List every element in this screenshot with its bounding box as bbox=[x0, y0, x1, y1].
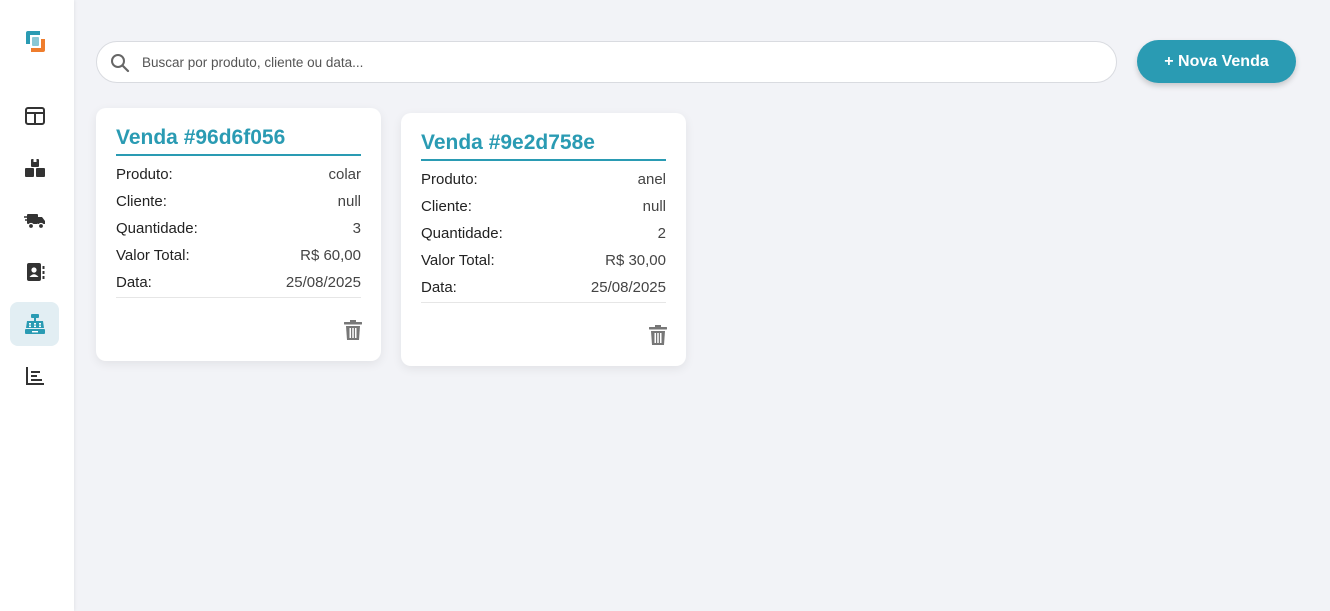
nav-dashboard[interactable] bbox=[10, 94, 59, 138]
nav-products[interactable] bbox=[10, 146, 59, 190]
field-row-produto: Produto: anel bbox=[421, 170, 666, 197]
field-row-quantidade: Quantidade: 2 bbox=[421, 224, 666, 251]
delivery-truck-icon bbox=[23, 214, 45, 230]
nav-deliveries[interactable] bbox=[10, 198, 59, 242]
field-row-data: Data: 25/08/2025 bbox=[421, 278, 666, 305]
dashboard-icon bbox=[24, 107, 45, 125]
field-value: 25/08/2025 bbox=[285, 274, 361, 291]
search-icon bbox=[111, 54, 130, 73]
sale-card: Venda #9e2d758e Produto: anel Cliente: n… bbox=[401, 113, 686, 366]
trash-icon[interactable] bbox=[343, 319, 363, 341]
field-value: 3 bbox=[352, 220, 361, 237]
field-row-valor-total: Valor Total: R$ 60,00 bbox=[116, 246, 361, 273]
field-label: Quantidade: bbox=[421, 225, 503, 242]
bar-chart-icon bbox=[25, 367, 44, 385]
app-logo-icon[interactable] bbox=[23, 29, 48, 54]
field-value: colar bbox=[328, 166, 361, 183]
search-input[interactable] bbox=[142, 42, 1092, 82]
sale-title: Venda #9e2d758e bbox=[421, 131, 666, 161]
field-value: R$ 60,00 bbox=[300, 247, 361, 264]
field-label: Cliente: bbox=[116, 193, 167, 210]
field-value: null bbox=[642, 198, 666, 215]
field-row-quantidade: Quantidade: 3 bbox=[116, 219, 361, 246]
field-value: anel bbox=[637, 171, 666, 188]
search-bar bbox=[96, 41, 1117, 83]
field-label: Cliente: bbox=[421, 198, 472, 215]
sidebar bbox=[0, 0, 74, 611]
field-value: 25/08/2025 bbox=[590, 279, 666, 296]
field-row-valor-total: Valor Total: R$ 30,00 bbox=[421, 251, 666, 278]
nav-reports[interactable] bbox=[10, 354, 59, 398]
field-label: Produto: bbox=[421, 171, 478, 188]
nav-sales[interactable] bbox=[10, 302, 59, 346]
field-label: Data: bbox=[421, 279, 457, 296]
products-boxes-icon bbox=[24, 159, 45, 177]
new-sale-button[interactable]: + Nova Venda bbox=[1137, 40, 1296, 83]
sale-title: Venda #96d6f056 bbox=[116, 126, 361, 156]
cash-register-icon bbox=[24, 314, 45, 334]
nav-contacts[interactable] bbox=[10, 250, 59, 294]
field-label: Data: bbox=[116, 274, 152, 291]
field-label: Quantidade: bbox=[116, 220, 198, 237]
field-row-cliente: Cliente: null bbox=[421, 197, 666, 224]
field-label: Valor Total: bbox=[116, 247, 190, 264]
field-value: null bbox=[337, 193, 361, 210]
field-label: Valor Total: bbox=[421, 252, 495, 269]
field-value: R$ 30,00 bbox=[605, 252, 666, 269]
field-value: 2 bbox=[657, 225, 666, 242]
trash-icon[interactable] bbox=[648, 324, 668, 346]
field-row-data: Data: 25/08/2025 bbox=[116, 273, 361, 300]
field-label: Produto: bbox=[116, 166, 173, 183]
field-row-cliente: Cliente: null bbox=[116, 192, 361, 219]
sale-card: Venda #96d6f056 Produto: colar Cliente: … bbox=[96, 108, 381, 361]
contacts-book-icon bbox=[26, 263, 44, 281]
field-row-produto: Produto: colar bbox=[116, 165, 361, 192]
